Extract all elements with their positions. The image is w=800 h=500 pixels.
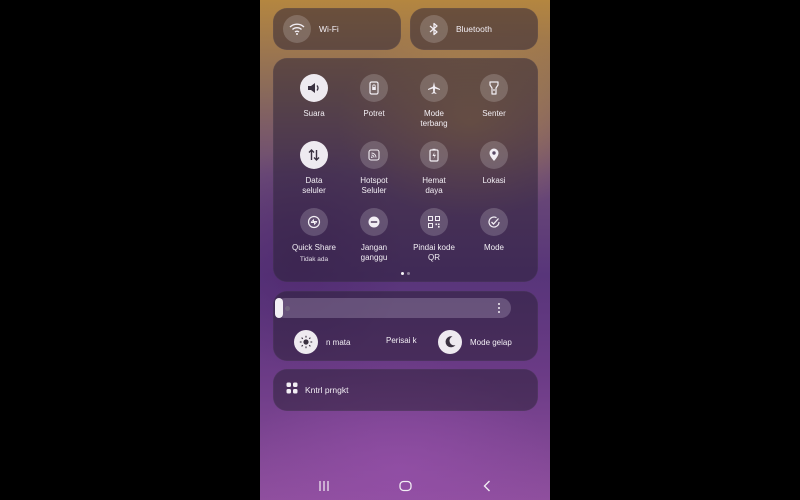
home-icon[interactable] [399,479,412,497]
data-arrows-icon [300,141,328,169]
grid-icon [286,381,298,399]
page-dot-1 [400,272,404,275]
mode-check-icon [480,208,508,236]
airplane-icon [420,74,448,102]
dark-mode-label: Mode gelap [470,337,512,347]
page-dot-2 [406,272,410,275]
navigation-bar [260,475,550,495]
location-pin-icon [480,141,508,169]
tile-quick-share-status: Tidak ada [299,255,329,263]
portrait-lock-icon [360,74,388,102]
battery-saver-icon [420,141,448,169]
tile-power-saving[interactable]: Hemat daya [402,141,466,195]
device-control-button[interactable]: Kntrl prngkt [273,369,538,411]
tile-mobile-data-label: Data seluler [302,176,326,195]
wifi-toggle[interactable]: Wi-Fi [273,8,401,50]
tile-modes[interactable]: Mode [462,208,526,253]
tile-modes-label: Mode [483,243,504,252]
wifi-label: Wi-Fi [319,24,339,34]
tile-sound[interactable]: Suara [282,74,346,119]
eye-comfort-toggle[interactable]: n mata [294,330,350,354]
tile-do-not-disturb[interactable]: Jangan ganggu [342,208,406,262]
moon-icon [438,330,462,354]
qr-scan-icon [420,208,448,236]
bluetooth-icon [420,15,448,43]
tile-airplane-label: Mode terbang [420,109,448,128]
tile-sound-label: Suara [303,109,325,118]
eye-shield-toggle[interactable]: Perisai k [386,336,417,345]
tile-location-label: Lokasi [482,176,506,185]
tile-hotspot[interactable]: Hotspot Seluler [342,141,406,195]
speaker-icon [300,74,328,102]
tile-qr-scanner-label: Pindai kode QR [413,243,455,262]
tile-flashlight-label: Senter [482,109,506,118]
quick-share-icon [300,208,328,236]
quick-panel: Wi-Fi Bluetooth Suara Potret Mode terban… [260,0,550,500]
do-not-disturb-icon [360,208,388,236]
eye-comfort-label: n mata [326,337,351,347]
tile-flashlight[interactable]: Senter [462,74,526,119]
more-options-icon[interactable] [498,303,501,313]
brightness-slider[interactable] [275,298,511,318]
brightness-fill [275,298,283,318]
eye-shield-label: Perisai k [386,336,417,345]
tile-portrait[interactable]: Potret [342,74,406,119]
brightness-knob[interactable] [285,305,290,311]
tile-quick-share[interactable]: Quick Share Tidak ada [282,208,346,263]
tile-mobile-data[interactable]: Data seluler [282,141,346,195]
bluetooth-label: Bluetooth [456,24,492,34]
tile-portrait-label: Potret [363,109,385,118]
device-control-label: Kntrl prngkt [305,385,349,395]
tile-airplane[interactable]: Mode terbang [402,74,466,128]
tile-hotspot-label: Hotspot Seluler [360,176,388,195]
sun-icon [294,330,318,354]
tile-location[interactable]: Lokasi [462,141,526,186]
tile-do-not-disturb-label: Jangan ganggu [360,243,388,262]
wifi-icon [283,15,311,43]
bluetooth-toggle[interactable]: Bluetooth [410,8,538,50]
tile-qr-scanner[interactable]: Pindai kode QR [402,208,466,262]
page-indicator [260,272,550,275]
dark-mode-toggle[interactable]: Mode gelap [438,330,512,354]
tile-power-saving-label: Hemat daya [422,176,446,195]
display-toggles-row: n mata Perisai k Mode gelap [275,330,525,354]
hotspot-icon [360,141,388,169]
recents-icon[interactable] [318,479,330,497]
flashlight-icon [480,74,508,102]
tile-quick-share-label: Quick Share [291,243,337,252]
back-icon[interactable] [482,479,492,497]
